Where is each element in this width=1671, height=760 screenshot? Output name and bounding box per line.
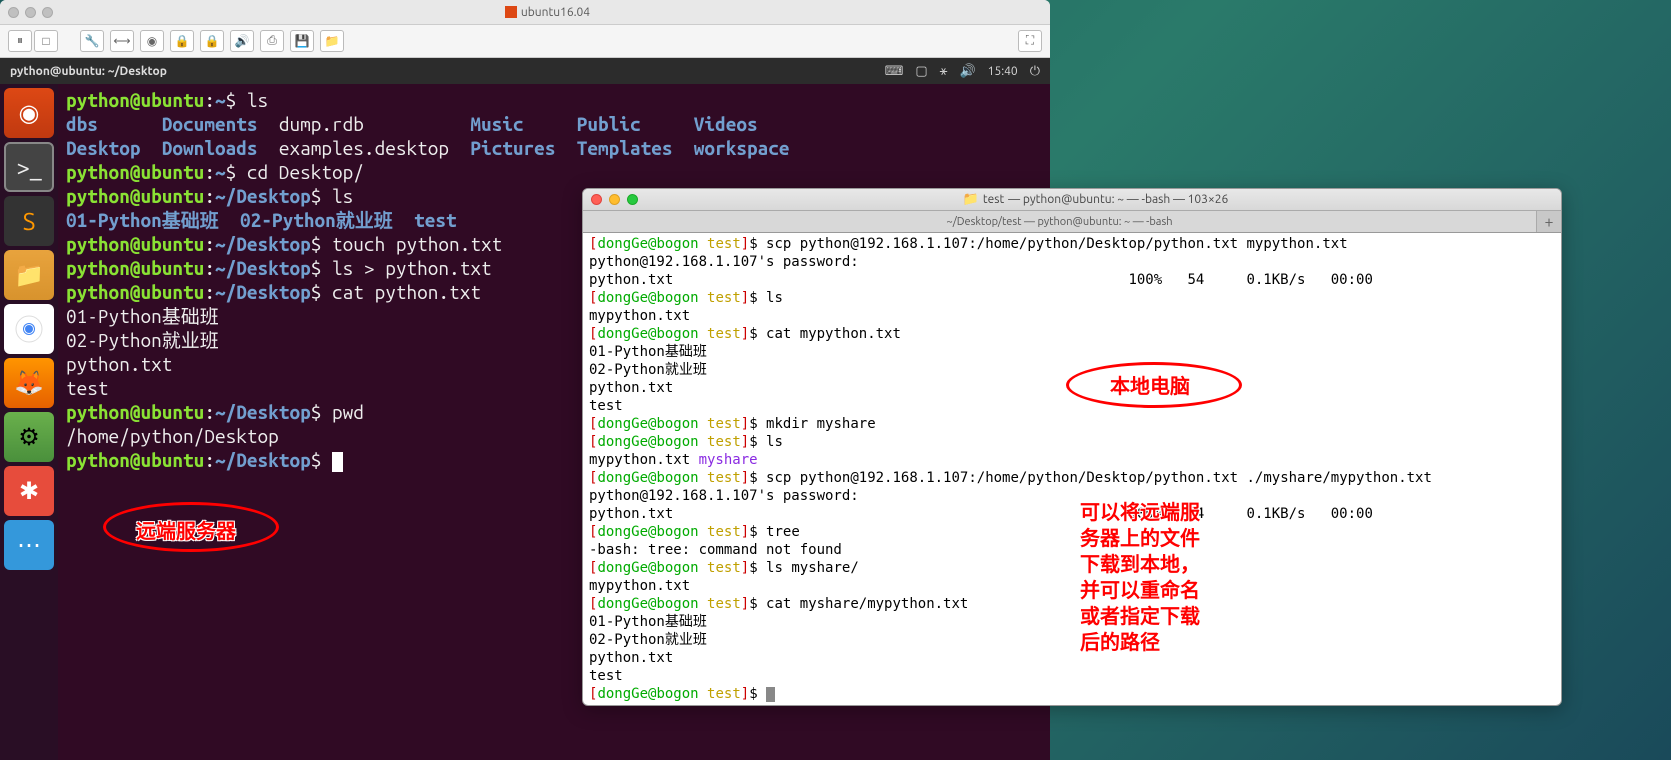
vm-title-text: ubuntu16.04 xyxy=(521,6,590,19)
dock-error-icon[interactable]: ✱ xyxy=(4,466,54,516)
annotation-desc-line: 并可以重命名 xyxy=(1080,578,1200,604)
volume-icon[interactable]: 🔊 xyxy=(959,64,975,79)
ubuntu-menubar: python@ubuntu: ~/Desktop ⌨ ▢ ⚹ 🔊 15:40 ⏻ xyxy=(0,58,1050,84)
annotation-local: 本地电脑 xyxy=(1110,370,1190,399)
mac-close-button[interactable] xyxy=(591,194,602,205)
vm-pause-button[interactable]: ⏸ xyxy=(8,30,32,52)
unity-dock: ◉ >_ S 📁 🦊 ⚙ ✱ ⋯ xyxy=(0,84,58,760)
vm-save-icon[interactable]: 💾 xyxy=(290,30,314,52)
power-icon[interactable]: ⏻ xyxy=(1030,64,1040,79)
annotation-desc-line: 下载到本地， xyxy=(1080,552,1200,578)
mac-tabbar: ~/Desktop/test — python@ubuntu: ~ — -bas… xyxy=(583,211,1561,233)
annotation-desc-line: 或者指定下载 xyxy=(1080,604,1200,630)
vm-title: ubuntu16.04 xyxy=(53,6,1042,19)
ubuntu-window-title: python@ubuntu: ~/Desktop xyxy=(10,65,167,78)
annotation-desc-line: 可以将远端服 xyxy=(1080,500,1200,526)
annotation-desc-line: 后的路径 xyxy=(1080,630,1200,656)
mac-title-folder: test xyxy=(983,193,1004,206)
dock-firefox-icon[interactable]: 🦊 xyxy=(4,358,54,408)
clock[interactable]: 15:40 xyxy=(988,65,1018,78)
keyboard-icon[interactable]: ⌨ xyxy=(885,64,904,79)
mac-tab[interactable]: ~/Desktop/test — python@ubuntu: ~ — -bas… xyxy=(583,211,1537,232)
annotation-remote: 远端服务器 xyxy=(136,515,236,544)
mac-terminal-window: 📁 test — python@ubuntu: ~ — -bash — 103×… xyxy=(582,188,1562,706)
dock-sublime-icon[interactable]: S xyxy=(4,196,54,246)
vm-minimize-button[interactable] xyxy=(25,7,36,18)
vm-sound-icon[interactable]: 🔊 xyxy=(230,30,254,52)
mac-tab-label: ~/Desktop/test — python@ubuntu: ~ — -bas… xyxy=(947,216,1173,228)
annotation-desc-line: 务器上的文件 xyxy=(1080,526,1200,552)
vm-traffic-lights xyxy=(8,7,53,18)
network-icon[interactable]: ▢ xyxy=(915,64,927,79)
vm-disk-icon[interactable]: ◉ xyxy=(140,30,164,52)
mac-minimize-button[interactable] xyxy=(609,194,620,205)
folder-icon: 📁 xyxy=(963,192,979,207)
vm-snapshot-button[interactable]: □ xyxy=(34,30,58,52)
vm-print-icon[interactable]: ⎙ xyxy=(260,30,284,52)
dock-files-icon[interactable]: 📁 xyxy=(4,250,54,300)
ubuntu-app-icon xyxy=(505,6,517,18)
vm-lock2-icon[interactable]: 🔒 xyxy=(200,30,224,52)
dock-chrome-icon[interactable] xyxy=(4,304,54,354)
annotation-description: 可以将远端服 务器上的文件 下载到本地， 并可以重命名 或者指定下载 后的路径 xyxy=(1080,500,1200,656)
vm-lock-icon[interactable]: 🔒 xyxy=(170,30,194,52)
vm-fullscreen-button[interactable]: ⛶ xyxy=(1018,30,1042,52)
vm-close-button[interactable] xyxy=(8,7,19,18)
dock-more-icon[interactable]: ⋯ xyxy=(4,520,54,570)
bluetooth-icon[interactable]: ⚹ xyxy=(940,64,948,79)
mac-title-text: — python@ubuntu: ~ — -bash — 103×26 xyxy=(1008,193,1228,206)
vm-resize-icon[interactable]: ⟷ xyxy=(110,30,134,52)
vm-folder-icon[interactable]: 📁 xyxy=(320,30,344,52)
mac-maximize-button[interactable] xyxy=(627,194,638,205)
mac-window-title: 📁 test — python@ubuntu: ~ — -bash — 103×… xyxy=(638,192,1553,207)
dock-terminal-icon[interactable]: >_ xyxy=(4,142,54,192)
vm-wrench-icon[interactable]: 🔧 xyxy=(80,30,104,52)
mac-titlebar: 📁 test — python@ubuntu: ~ — -bash — 103×… xyxy=(583,189,1561,211)
dock-dash-icon[interactable]: ◉ xyxy=(4,88,54,138)
cursor xyxy=(332,452,343,472)
vm-titlebar: ubuntu16.04 xyxy=(0,0,1050,25)
vm-maximize-button[interactable] xyxy=(42,7,53,18)
mac-terminal-content[interactable]: [dongGe@bogon test]$ scp python@192.168.… xyxy=(583,233,1561,705)
mac-new-tab-button[interactable]: + xyxy=(1537,211,1561,232)
vm-toolbar: ⏸ □ 🔧 ⟷ ◉ 🔒 🔒 🔊 ⎙ 💾 📁 ⛶ xyxy=(0,25,1050,58)
dock-settings-icon[interactable]: ⚙ xyxy=(4,412,54,462)
